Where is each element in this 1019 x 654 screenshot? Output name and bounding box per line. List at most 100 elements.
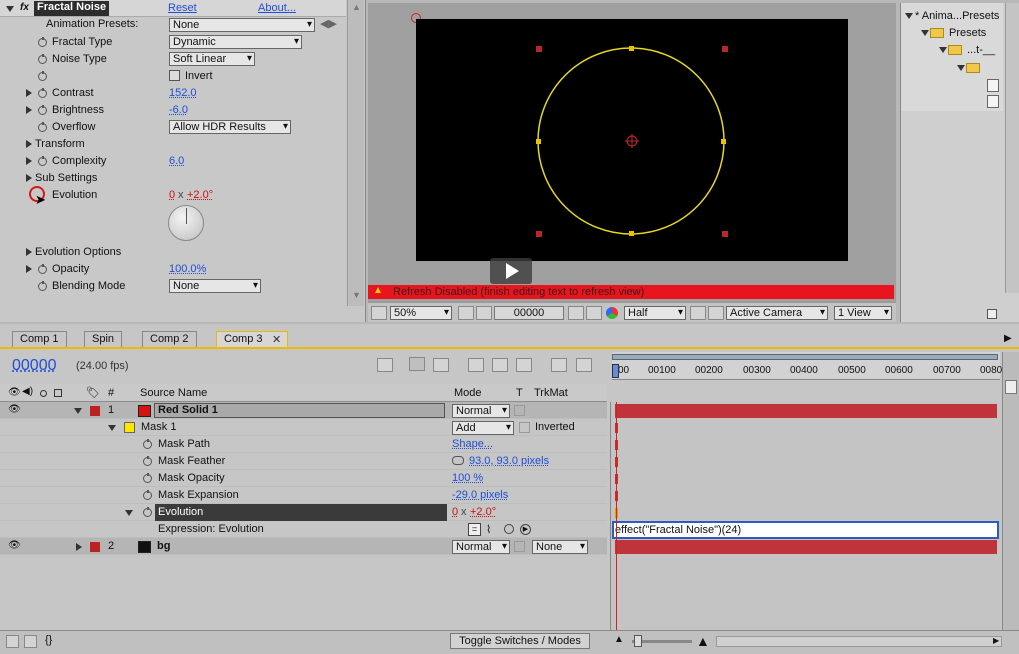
visibility-eye-icon[interactable]: 👁 bbox=[8, 540, 21, 551]
views-dropdown[interactable]: 1 View bbox=[834, 306, 892, 320]
property-row[interactable]: Mask Opacity 100 % bbox=[0, 470, 607, 487]
mask-name[interactable]: Mask 1 bbox=[141, 421, 176, 433]
expression-graph-icon[interactable]: ⌇ bbox=[486, 523, 491, 536]
effects-scrollbar[interactable]: ▲ ▼ bbox=[347, 0, 364, 306]
layer-row[interactable]: 👁 2 bg Normal None bbox=[0, 538, 607, 555]
layer-name[interactable]: bg bbox=[157, 540, 170, 552]
source-name-header[interactable]: Source Name bbox=[140, 387, 207, 399]
transform-group[interactable]: Transform bbox=[35, 138, 85, 150]
frame-blending-icon[interactable] bbox=[468, 358, 484, 372]
layer-name-field[interactable]: Red Solid 1 bbox=[154, 403, 445, 418]
scroll-up-icon[interactable]: ▲ bbox=[352, 2, 361, 12]
expression-enable-icon[interactable]: = bbox=[468, 523, 481, 536]
blending-mode-dropdown[interactable]: None bbox=[169, 279, 261, 293]
panel-menu-icon[interactable]: ▶ bbox=[1004, 333, 1012, 344]
project-item[interactable]: * Anima...Presets bbox=[915, 10, 999, 22]
label-color-swatch[interactable] bbox=[90, 406, 100, 416]
noise-type-dropdown[interactable]: Soft Linear bbox=[169, 52, 255, 66]
transparency-grid-icon[interactable] bbox=[708, 306, 724, 320]
project-scrollbar[interactable] bbox=[1005, 3, 1019, 293]
invert-checkbox[interactable] bbox=[169, 70, 180, 81]
expand-icon[interactable] bbox=[125, 510, 133, 516]
link-icon[interactable] bbox=[452, 456, 464, 465]
evolution-dial[interactable] bbox=[168, 205, 204, 241]
expand-icon[interactable] bbox=[26, 265, 32, 273]
layer-duration-bar[interactable] bbox=[615, 404, 997, 418]
mask-feather-value[interactable]: 93.0, 93.0 pixels bbox=[469, 455, 549, 467]
layer-row[interactable]: 👁 1 Red Solid 1 Normal bbox=[0, 402, 607, 419]
play-overlay-icon[interactable] bbox=[490, 258, 532, 284]
tab-comp-1[interactable]: Comp 1 bbox=[12, 331, 67, 347]
preserve-transparency-box[interactable] bbox=[514, 405, 525, 416]
mask-mode-dropdown[interactable]: Add bbox=[452, 421, 514, 435]
tab-spin[interactable]: Spin bbox=[84, 331, 123, 347]
expand-icon[interactable] bbox=[939, 47, 947, 53]
scroll-down-icon[interactable]: ▼ bbox=[352, 290, 361, 300]
time-zoom-slider[interactable] bbox=[632, 635, 692, 647]
preset-file-icon[interactable] bbox=[987, 95, 999, 108]
camera-dropdown[interactable]: Active Camera bbox=[726, 306, 828, 320]
comp-marker-icon[interactable] bbox=[576, 358, 592, 372]
overflow-dropdown[interactable]: Allow HDR Results bbox=[169, 120, 291, 134]
brightness-value[interactable]: -6.0 bbox=[169, 104, 188, 116]
preset-file-icon[interactable] bbox=[987, 79, 999, 92]
visibility-eye-icon[interactable]: 👁 bbox=[8, 404, 21, 415]
complexity-value[interactable]: 6.0 bbox=[169, 155, 184, 167]
stopwatch-icon[interactable] bbox=[38, 264, 47, 274]
horizontal-scrollbar[interactable]: ▶ bbox=[716, 636, 1002, 647]
effect-collapse-icon[interactable] bbox=[6, 6, 14, 12]
fractal-type-dropdown[interactable]: Dynamic bbox=[169, 35, 302, 49]
expression-row[interactable]: Expression: Evolution = ⌇ ▶ bbox=[0, 521, 607, 538]
time-ruler[interactable]: 00 00100 00200 00300 00400 00500 00600 0… bbox=[612, 352, 1002, 380]
property-row[interactable]: Mask Expansion -29.0 pixels bbox=[0, 487, 607, 504]
property-row[interactable]: Mask Path Shape... bbox=[0, 436, 607, 453]
expand-icon[interactable] bbox=[26, 106, 32, 114]
scroll-right-icon[interactable]: ▶ bbox=[993, 636, 999, 645]
inverted-checkbox[interactable] bbox=[519, 422, 530, 433]
about-link[interactable]: About... bbox=[258, 2, 296, 14]
stopwatch-icon[interactable] bbox=[143, 439, 152, 449]
region-icon[interactable] bbox=[476, 306, 492, 320]
evolution-degrees[interactable]: +2.0° bbox=[470, 506, 496, 518]
layer-duration-bar[interactable] bbox=[615, 540, 997, 554]
mode-dropdown[interactable]: Normal bbox=[452, 540, 510, 554]
property-row[interactable]: Mask Feather 93.0, 93.0 pixels bbox=[0, 453, 607, 470]
stopwatch-icon[interactable] bbox=[38, 156, 47, 166]
opacity-value[interactable]: 100.0% bbox=[169, 263, 206, 275]
stopwatch-icon[interactable] bbox=[38, 281, 47, 291]
stopwatch-icon[interactable] bbox=[38, 88, 47, 98]
fit-icon[interactable] bbox=[458, 306, 474, 320]
av-switch-eye-icon[interactable]: 👁 bbox=[8, 387, 21, 398]
color-channels-icon[interactable] bbox=[606, 307, 618, 319]
mask-color-swatch[interactable] bbox=[124, 422, 135, 433]
effect-name[interactable]: Fractal Noise bbox=[34, 1, 110, 16]
draft-3d-icon[interactable] bbox=[409, 357, 425, 371]
expand-icon[interactable] bbox=[76, 543, 82, 551]
zoom-in-icon[interactable]: ▲ bbox=[696, 633, 710, 649]
zoom-dropdown[interactable]: 50% bbox=[390, 306, 452, 320]
layer-switches-icon[interactable] bbox=[6, 635, 19, 648]
sub-settings-group[interactable]: Sub Settings bbox=[35, 172, 97, 184]
contrast-value[interactable]: 152.0 bbox=[169, 87, 197, 99]
stopwatch-icon[interactable] bbox=[143, 473, 152, 483]
snapshot-icon[interactable] bbox=[568, 306, 584, 320]
expand-icon[interactable] bbox=[26, 174, 32, 182]
stopwatch-icon[interactable] bbox=[38, 37, 47, 47]
label-color-swatch[interactable] bbox=[90, 542, 100, 552]
region-of-interest-icon[interactable] bbox=[690, 306, 706, 320]
expand-icon[interactable] bbox=[26, 248, 32, 256]
transfer-controls-icon[interactable] bbox=[24, 635, 37, 648]
close-tab-icon[interactable]: ✕ bbox=[272, 333, 281, 346]
new-item-icon[interactable] bbox=[987, 309, 997, 319]
show-snapshot-icon[interactable] bbox=[586, 306, 602, 320]
expand-icon[interactable] bbox=[905, 13, 913, 19]
brainstorm-icon[interactable] bbox=[516, 358, 532, 372]
evolution-revolutions[interactable]: 0 bbox=[169, 189, 175, 201]
evolution-degrees[interactable]: +2.0° bbox=[187, 189, 213, 201]
expand-icon[interactable] bbox=[921, 30, 929, 36]
current-time-indicator[interactable] bbox=[612, 364, 619, 378]
expand-icon[interactable] bbox=[26, 157, 32, 165]
timeline-scrollbar[interactable] bbox=[1002, 352, 1019, 630]
mask-overlay[interactable] bbox=[416, 19, 848, 261]
lock-icon[interactable] bbox=[54, 389, 62, 397]
